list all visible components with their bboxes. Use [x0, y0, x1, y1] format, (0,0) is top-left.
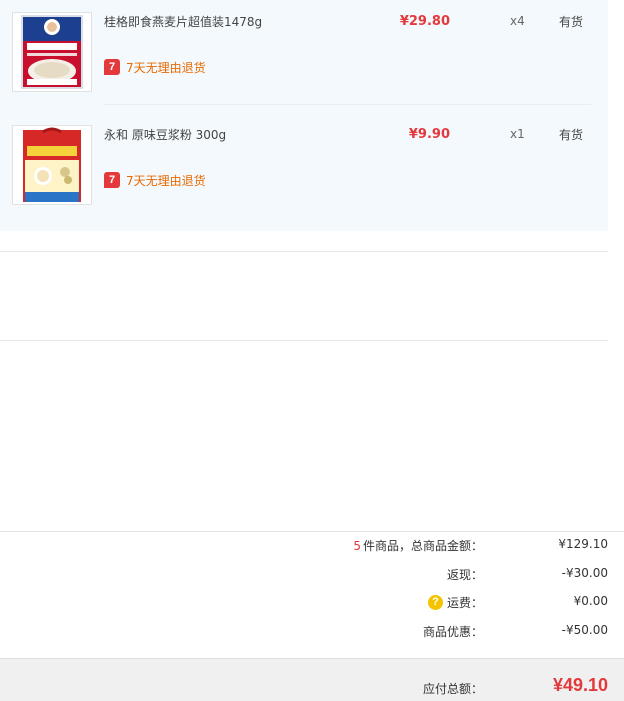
- shipping-value: ¥0.00: [573, 594, 608, 608]
- product-quantity: x4: [510, 14, 525, 28]
- summary-discount-row: 商品优惠： -¥50.00: [0, 623, 624, 643]
- item-count: 5: [353, 538, 361, 553]
- product-quantity: x1: [510, 127, 525, 141]
- discount-label: 商品优惠：: [422, 625, 483, 639]
- product-name[interactable]: 永和 原味豆浆粉 300g: [104, 126, 226, 143]
- seven-day-return-icon: 7: [104, 59, 120, 75]
- stock-status: 有货: [559, 15, 584, 29]
- product-thumbnail[interactable]: [12, 125, 92, 205]
- payable-total-bar: 应付总额： ¥49.10: [0, 658, 624, 701]
- payable-value: ¥49.10: [552, 675, 608, 695]
- section-divider: [0, 251, 608, 252]
- section-divider: [0, 340, 608, 341]
- shipping-label-group: ? 运费：: [427, 594, 483, 611]
- return-policy-badge: 7 7天无理由退货: [104, 59, 206, 75]
- product-price: ¥9.90: [408, 127, 450, 142]
- discount-value: -¥50.00: [561, 623, 608, 637]
- shipping-label: 运费：: [446, 596, 483, 610]
- rebate-value: -¥30.00: [561, 566, 608, 580]
- question-mark-icon[interactable]: ?: [427, 595, 443, 610]
- order-item: 桂格即食燕麦片超值装1478g ¥29.80 x4 有货 7 7天无理由退货: [0, 0, 608, 113]
- summary-divider: [0, 531, 624, 532]
- rebate-label: 返现：: [446, 568, 483, 582]
- quaker-oats-image: [13, 13, 91, 91]
- product-name[interactable]: 桂格即食燕麦片超值装1478g: [104, 13, 262, 30]
- order-item: 永和 原味豆浆粉 300g ¥9.90 x1 有货 7 7天无理由退货: [0, 113, 608, 226]
- return-policy-text: 7天无理由退货: [126, 60, 206, 75]
- payable-label: 应付总额：: [422, 682, 483, 696]
- item-count-suffix: 件商品，总商品金额：: [362, 539, 483, 553]
- product-price: ¥29.80: [399, 14, 450, 29]
- seven-day-return-icon: 7: [104, 172, 120, 188]
- summary-rebate-row: 返现： -¥30.00: [0, 566, 624, 586]
- order-items-panel: 桂格即食燕麦片超值装1478g ¥29.80 x4 有货 7 7天无理由退货 永…: [0, 0, 608, 231]
- item-total-value: ¥129.10: [558, 537, 608, 551]
- item-total-label: 5 件商品，总商品金额：: [353, 537, 483, 554]
- return-policy-badge: 7 7天无理由退货: [104, 172, 206, 188]
- stock-status: 有货: [559, 128, 584, 142]
- item-divider: [103, 104, 591, 105]
- summary-item-total-row: 5 件商品，总商品金额： ¥129.10: [0, 537, 624, 557]
- return-policy-text: 7天无理由退货: [126, 173, 206, 188]
- product-thumbnail[interactable]: [12, 12, 92, 92]
- yonghe-soymilk-image: [13, 126, 91, 204]
- summary-shipping-row: ? 运费： ¥0.00: [0, 594, 624, 614]
